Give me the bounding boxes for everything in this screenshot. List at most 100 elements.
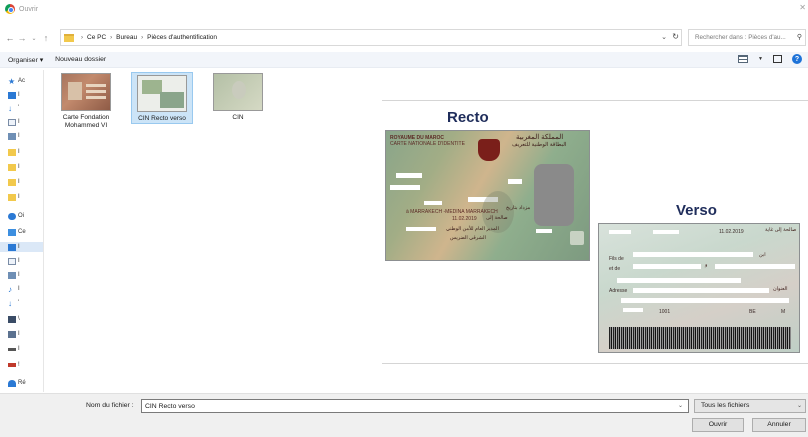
mother-label-ar: و — [705, 262, 708, 268]
organize-button[interactable]: Organiser ▾ — [8, 56, 43, 64]
nav-item[interactable]: I — [8, 344, 20, 354]
nav-item-desktop[interactable]: I — [0, 242, 43, 252]
back-button[interactable]: ← — [4, 33, 16, 43]
address-row: ← → ⌄ ↑ › Ce PC › Bureau › Pièces d'auth… — [0, 29, 808, 47]
dialog-footer: Nom du fichier : ⌄ Tous les fichiers ⌄ O… — [0, 393, 808, 437]
close-icon[interactable]: ✕ — [799, 3, 806, 12]
file-thumbnail — [213, 73, 263, 111]
file-thumbnail — [137, 75, 187, 112]
nav-item[interactable]: I — [8, 177, 20, 187]
father-label-ar: ابن — [759, 252, 766, 258]
chrome-icon — [5, 4, 15, 14]
verso-title: Verso — [676, 202, 717, 219]
up-button[interactable]: ↑ — [40, 33, 52, 43]
folder-icon — [64, 33, 74, 42]
refresh-icon[interactable]: ↻ — [672, 32, 679, 41]
file-thumbnail — [61, 73, 111, 111]
nav-item[interactable]: ♪ I — [8, 284, 20, 294]
signature-name-ar: الشرقي الضريس — [450, 235, 486, 241]
barcode-image — [609, 327, 791, 349]
filename-input[interactable] — [141, 399, 689, 413]
folder-icon — [8, 148, 16, 156]
file-name: CIN — [232, 114, 244, 121]
network-drive-icon — [8, 363, 16, 367]
file-name: CIN Recto verso — [138, 115, 186, 122]
picture-icon — [8, 271, 16, 279]
star-icon: ★ — [8, 76, 16, 86]
chevron-right-icon[interactable]: › — [110, 35, 112, 41]
search-icon[interactable]: ⚲ — [797, 33, 802, 41]
validity-label-ar: صالحة إلى غاية — [765, 227, 797, 233]
nav-item[interactable]: ! — [8, 360, 20, 370]
id-card-recto-image: ROYAUME DU MAROC CARTE NATIONALE D'IDENT… — [385, 130, 590, 261]
chevron-right-icon[interactable]: › — [81, 35, 83, 41]
address-label: Adresse — [609, 288, 628, 294]
nav-item[interactable]: ↓ ' — [8, 103, 19, 113]
civil-number: 1001 — [659, 309, 671, 315]
title-bar: Ouvrir ✕ — [0, 0, 808, 18]
open-button[interactable]: Ouvrir — [692, 418, 744, 432]
born-label-ar: مزداد بتاريخ — [506, 205, 531, 211]
nav-quick-access[interactable]: ★ Ac — [8, 76, 25, 86]
breadcrumb-desktop[interactable]: Bureau — [116, 34, 137, 41]
id-card-verso-image: 11.02.2019 صالحة إلى غاية Fils de ابن et… — [598, 223, 800, 353]
address-label-ar: العنوان — [773, 286, 788, 292]
validity-date: 11.02.2019 — [452, 216, 477, 222]
recent-dropdown-icon[interactable]: ⌄ — [28, 35, 40, 42]
signature-image — [570, 231, 584, 245]
nav-item[interactable]: I — [8, 256, 20, 266]
search-input[interactable]: Rechercher dans : Pièces d'au... ⚲ — [688, 29, 806, 46]
desktop-icon — [8, 91, 16, 99]
chevron-down-icon[interactable]: ⌄ — [678, 402, 683, 409]
nav-item[interactable]: I — [8, 117, 20, 127]
nav-item[interactable]: I — [8, 329, 20, 339]
nav-item[interactable]: I — [8, 270, 20, 280]
file-item[interactable]: CIN — [209, 73, 267, 122]
document-icon — [8, 118, 16, 126]
nav-this-pc[interactable]: Ce — [8, 227, 26, 237]
computer-icon — [8, 228, 16, 236]
drive-icon — [8, 330, 16, 338]
nav-item[interactable]: I — [8, 147, 20, 157]
address-bar[interactable]: › Ce PC › Bureau › Pièces d'authentifica… — [60, 29, 682, 46]
coat-of-arms-emblem — [478, 139, 500, 161]
command-bar: Organiser ▾ Nouveau dossier ▼ ? — [0, 52, 808, 68]
drive-icon — [8, 347, 16, 351]
view-options-icon[interactable] — [738, 55, 749, 63]
video-icon — [8, 315, 16, 323]
folder-icon — [8, 163, 16, 171]
card-kingdom-ar: المملكة المغربية — [516, 134, 564, 141]
nav-network[interactable]: Ré — [8, 378, 26, 388]
nav-item[interactable]: I — [8, 192, 20, 202]
cancel-button[interactable]: Annuler — [752, 418, 806, 432]
nav-item[interactable]: ↓ ' — [8, 298, 19, 308]
document-icon — [8, 257, 16, 265]
nav-onedrive[interactable]: Oi — [8, 211, 24, 221]
validity-label-ar: صالحة إلى — [486, 215, 508, 221]
nav-item[interactable]: I — [8, 131, 20, 141]
file-type-select[interactable]: Tous les fichiers ⌄ — [694, 399, 806, 413]
new-folder-button[interactable]: Nouveau dossier — [55, 56, 106, 63]
preview-pane-icon[interactable] — [773, 55, 782, 63]
birth-place: à MARRAKECH -MEDINA MARRAKECH — [406, 209, 498, 215]
nav-item[interactable]: I — [8, 90, 20, 100]
breadcrumb-folder[interactable]: Pièces d'authentification — [147, 34, 217, 41]
help-icon[interactable]: ? — [792, 54, 802, 64]
file-item[interactable]: Carte Fondation Mohammed VI — [57, 73, 115, 130]
chevron-down-icon[interactable]: ⌄ — [661, 33, 667, 41]
card-type: CARTE NATIONALE D'IDENTITE — [390, 141, 465, 147]
card-type-ar: البطاقة الوطنية للتعريف — [512, 142, 567, 148]
file-item-selected[interactable]: CIN Recto verso — [131, 72, 193, 124]
mother-label: et de — [609, 266, 621, 272]
chevron-down-icon: ⌄ — [796, 403, 802, 409]
signature-title-ar: المدير العام للأمن الوطني — [446, 226, 499, 232]
navigation-pane[interactable]: ★ Ac I ↓ ' I I I I I I Oi Ce I I I ♪ I ↓ ' \… — [0, 70, 44, 392]
nav-item[interactable]: \ — [8, 314, 20, 324]
chevron-down-icon[interactable]: ▼ — [758, 56, 763, 62]
filename-label: Nom du fichier : — [86, 402, 134, 409]
chevron-right-icon[interactable]: › — [141, 35, 143, 41]
forward-button[interactable]: → — [16, 33, 28, 43]
breadcrumb-this-pc[interactable]: Ce PC — [87, 34, 106, 41]
nav-item[interactable]: I — [8, 162, 20, 172]
view-controls: ▼ ? — [738, 54, 802, 64]
